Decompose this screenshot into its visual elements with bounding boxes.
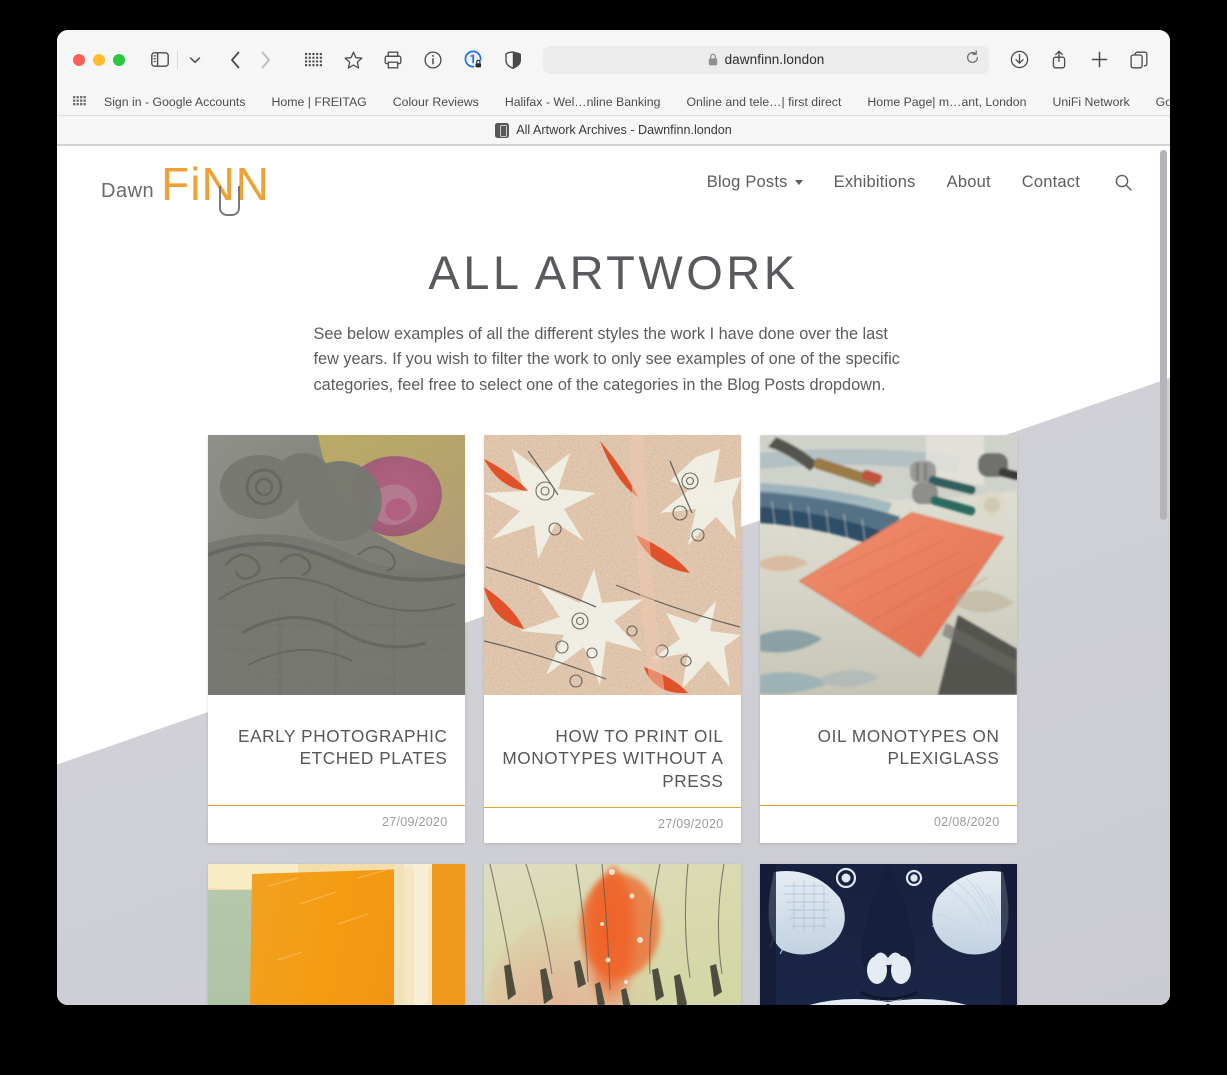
artwork-image-abstract-orange-red-starbursts[interactable] — [483, 434, 741, 695]
tab-overview-icon[interactable] — [1124, 46, 1154, 74]
tab-title[interactable]: All Artwork Archives - Dawnfinn.london — [516, 123, 732, 137]
toolbar-divider — [177, 50, 178, 69]
chevron-down-icon — [794, 180, 803, 185]
logo-u-shape — [219, 185, 240, 216]
site-header: Dawn FiNN Blog Posts Exhibitions About C… — [57, 146, 1170, 219]
privacy-shield-icon[interactable] — [498, 46, 528, 74]
bookmark-item[interactable]: Colour Reviews — [393, 95, 479, 109]
apps-grid-icon[interactable] — [298, 46, 328, 74]
page-scrollbar[interactable] — [1160, 146, 1167, 1005]
tab-bar: All Artwork Archives - Dawnfinn.london — [57, 116, 1170, 145]
bookmark-item[interactable]: Google — [1156, 95, 1170, 109]
nav-item-about[interactable]: About — [947, 173, 991, 192]
browser-toolbar: dawnfinn.london — [57, 30, 1170, 89]
artwork-card[interactable]: OIL MONOTYPES ON PLEXIGLASS 02/08/2020 — [759, 434, 1017, 843]
site-logo[interactable]: Dawn FiNN — [101, 157, 270, 216]
search-icon[interactable] — [1115, 174, 1132, 191]
sidebar-icon[interactable] — [145, 46, 175, 74]
bookmark-item[interactable]: Sign in - Google Accounts — [104, 95, 246, 109]
artwork-card[interactable]: HOW TO PRINT OIL MONOTYPES WITHOUT A PRE… — [483, 434, 741, 843]
page-intro-text: See below examples of all the different … — [313, 325, 900, 394]
print-icon[interactable] — [378, 46, 408, 74]
chevron-down-icon[interactable] — [180, 46, 210, 74]
artwork-card-body: EARLY PHOTOGRAPHIC ETCHED PLATES — [208, 695, 465, 791]
page-title: ALL ARTWORK — [428, 246, 799, 299]
artwork-image-studio-bench-blue-and-orange-plates[interactable] — [759, 434, 1017, 695]
bookmark-item[interactable]: Home | FREITAG — [272, 95, 367, 109]
main-navigation: Blog Posts Exhibitions About Contact — [707, 173, 1132, 192]
logo-word-dawn: Dawn — [101, 179, 155, 202]
artwork-card-date: 27/09/2020 — [657, 816, 724, 831]
new-tab-icon[interactable] — [1084, 46, 1114, 74]
page-scrollbar-thumb[interactable] — [1160, 150, 1167, 520]
page-content: ALL ARTWORK See below examples of all th… — [57, 245, 1170, 1005]
artwork-card-date: 02/08/2020 — [933, 814, 1000, 829]
reload-icon[interactable] — [965, 49, 980, 70]
nav-item-exhibitions[interactable]: Exhibitions — [834, 173, 916, 192]
nav-label-exhibitions: Exhibitions — [833, 173, 916, 191]
bookmark-star-icon[interactable] — [338, 46, 368, 74]
onepassword-icon[interactable] — [458, 46, 488, 74]
artwork-card-title: HOW TO PRINT OIL MONOTYPES WITHOUT A PRE… — [502, 725, 724, 792]
address-bar-text: dawnfinn.london — [724, 52, 825, 67]
artwork-card[interactable] — [207, 863, 465, 1005]
close-window-button[interactable] — [73, 53, 85, 66]
logo-word-finn: FiNN — [161, 157, 270, 210]
nav-label-about: About — [946, 173, 991, 191]
address-bar-container: dawnfinn.london — [528, 45, 1004, 74]
nav-label-blog-posts: Blog Posts — [706, 173, 788, 191]
bookmark-item[interactable]: Online and tele…| first direct — [686, 95, 841, 109]
artwork-image-orange-colour-field-with-green-and-cream[interactable] — [207, 863, 465, 1005]
back-icon[interactable] — [220, 46, 250, 74]
info-icon[interactable] — [418, 46, 448, 74]
browser-window: dawnfinn.london Sign in - Google Account… — [57, 30, 1170, 1005]
bookmark-item[interactable]: Halifax - Wel…nline Banking — [505, 95, 661, 109]
bookmark-item[interactable]: UniFi Network — [1052, 95, 1129, 109]
artwork-card-title: EARLY PHOTOGRAPHIC ETCHED PLATES — [238, 725, 448, 769]
artwork-image-yellow-green-abstract-with-orange-burst[interactable] — [483, 863, 741, 1005]
minimize-window-button[interactable] — [93, 53, 105, 66]
bookmarks-bar: Sign in - Google Accounts Home | FREITAG… — [57, 89, 1170, 116]
artwork-grid: EARLY PHOTOGRAPHIC ETCHED PLATES 27/09/2… — [207, 434, 1020, 1005]
downloads-icon[interactable] — [1004, 46, 1034, 74]
page-viewport: Dawn FiNN Blog Posts Exhibitions About C… — [57, 146, 1170, 1005]
nav-item-contact[interactable]: Contact — [1022, 173, 1080, 192]
artwork-card-body: OIL MONOTYPES ON PLEXIGLASS — [760, 695, 1017, 791]
zoom-window-button[interactable] — [113, 53, 125, 66]
bookmark-item[interactable]: Home Page| m…ant, London — [867, 95, 1026, 109]
artwork-image-etching-grey-with-yellow-pink-rose[interactable] — [207, 434, 465, 695]
artwork-image-cyanotype-blue-mirrored-figure[interactable] — [759, 863, 1017, 1005]
lock-icon — [708, 53, 718, 66]
nav-item-blog-posts[interactable]: Blog Posts — [707, 173, 803, 192]
bookmarks-grid-icon[interactable] — [73, 95, 86, 109]
tab-favicon — [495, 122, 510, 138]
artwork-card-date: 27/09/2020 — [381, 814, 448, 829]
artwork-card-body: HOW TO PRINT OIL MONOTYPES WITHOUT A PRE… — [484, 695, 741, 793]
window-controls — [73, 53, 125, 66]
artwork-card-title: OIL MONOTYPES ON PLEXIGLASS — [817, 725, 1000, 769]
artwork-card[interactable] — [483, 863, 741, 1005]
forward-icon[interactable] — [250, 46, 280, 74]
browser-chrome: dawnfinn.london Sign in - Google Account… — [57, 30, 1170, 146]
artwork-card[interactable]: EARLY PHOTOGRAPHIC ETCHED PLATES 27/09/2… — [207, 434, 465, 843]
artwork-card[interactable] — [759, 863, 1017, 1005]
address-bar[interactable]: dawnfinn.london — [543, 45, 989, 74]
nav-label-contact: Contact — [1021, 173, 1080, 191]
share-icon[interactable] — [1044, 46, 1074, 74]
